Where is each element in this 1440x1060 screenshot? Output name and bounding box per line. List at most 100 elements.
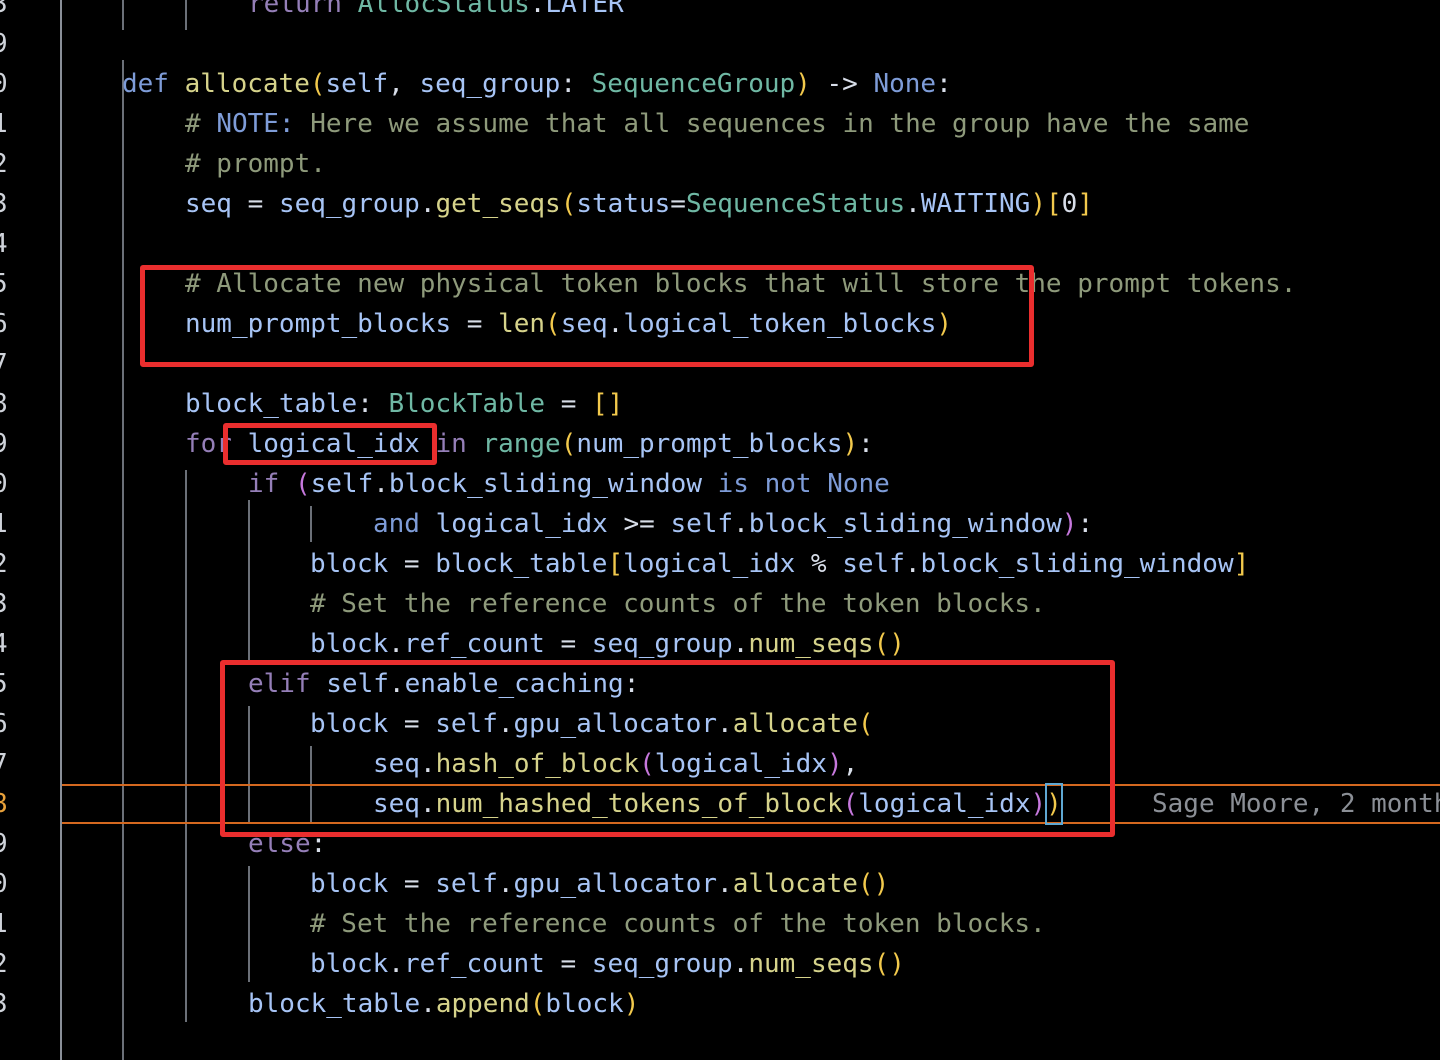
- code-token: SequenceGroup: [591, 69, 796, 99]
- code-token: block: [310, 549, 389, 579]
- code-token: ->: [810, 69, 874, 99]
- code-token: (: [309, 69, 326, 99]
- line-number: 8: [0, 384, 12, 424]
- line-number: 2: [0, 544, 12, 584]
- code-token: .: [733, 509, 749, 539]
- code-token: seq: [185, 189, 232, 219]
- code-line: # prompt.: [185, 144, 326, 184]
- code-token: .: [388, 629, 404, 659]
- code-token: .: [419, 189, 436, 219]
- code-token: []: [592, 389, 624, 419]
- line-number: 2: [0, 144, 12, 184]
- code-token: allocate: [184, 69, 310, 99]
- line-number: 1: [0, 904, 12, 944]
- code-token: block: [310, 949, 389, 979]
- code-token: (): [873, 949, 905, 979]
- code-line: block_table.append(block): [248, 984, 639, 1024]
- code-token: (: [294, 469, 311, 499]
- code-token: LATER: [545, 0, 624, 19]
- code-token: .: [497, 869, 514, 899]
- code-line: # NOTE: Here we assume that all sequence…: [185, 104, 1249, 144]
- code-token: seq_group: [591, 949, 733, 979]
- indent-guide: [185, 0, 187, 30]
- code-token: :: [1077, 509, 1094, 539]
- code-token: self: [325, 69, 389, 99]
- code-token: block_sliding_window: [388, 469, 702, 499]
- code-token: WAITING: [920, 189, 1031, 219]
- code-token: .: [905, 189, 921, 219]
- indent-guide: [185, 470, 187, 1022]
- code-token: =: [388, 869, 436, 899]
- code-token: Here we assume that all sequences in the…: [294, 109, 1250, 139]
- code-token: .: [529, 0, 546, 19]
- code-token: (): [857, 869, 890, 899]
- code-token: %: [795, 549, 843, 579]
- code-token: (: [560, 189, 577, 219]
- gutter-separator: [60, 0, 62, 1060]
- line-number: 7: [0, 744, 12, 784]
- code-token: gpu_allocator: [513, 869, 718, 899]
- code-token: block_sliding_window: [920, 549, 1234, 579]
- code-token: ): [1030, 189, 1046, 219]
- code-token: ): [623, 989, 640, 1019]
- code-token: NOTE:: [216, 109, 295, 139]
- code-token: ]: [1233, 549, 1250, 579]
- code-token: allocate: [732, 869, 858, 899]
- line-number: 9: [0, 424, 12, 464]
- code-token: :: [560, 69, 592, 99]
- code-token: ): [795, 69, 811, 99]
- code-token: .: [388, 949, 404, 979]
- line-number: 0: [0, 64, 12, 104]
- code-token: # Set the reference counts of the token …: [310, 589, 1046, 619]
- code-token: #: [185, 109, 217, 139]
- code-token: SequenceStatus: [685, 189, 906, 219]
- line-number: 8: [0, 784, 12, 824]
- code-token: seq_group: [591, 629, 733, 659]
- code-token: ): [1061, 509, 1078, 539]
- code-token: seq_group: [278, 189, 420, 219]
- code-token: if: [248, 469, 280, 499]
- code-token: in: [435, 429, 467, 459]
- annotation-box-logical-idx: [223, 423, 437, 465]
- code-token: num_prompt_blocks: [576, 429, 843, 459]
- code-token: ref_count: [403, 629, 545, 659]
- code-token: .: [420, 989, 436, 1019]
- code-line: block_table: BlockTable = []: [185, 384, 623, 424]
- code-token: self: [310, 469, 374, 499]
- code-token: (: [529, 989, 546, 1019]
- code-line: block = self.gpu_allocator.allocate(): [310, 864, 889, 904]
- code-token: >=: [607, 509, 671, 539]
- line-number: 6: [0, 704, 12, 744]
- code-token: def: [122, 69, 169, 99]
- code-line: block.ref_count = seq_group.num_seqs(): [310, 624, 905, 664]
- code-line: block.ref_count = seq_group.num_seqs(): [310, 944, 905, 984]
- line-number: 9: [0, 824, 12, 864]
- code-token: .: [904, 549, 921, 579]
- code-token: range: [482, 429, 561, 459]
- code-token: =: [388, 549, 436, 579]
- code-token: [: [1046, 189, 1062, 219]
- code-token: block: [545, 989, 624, 1019]
- code-editor[interactable]: 39012345678901234567890123 return AllocS…: [0, 0, 1440, 1060]
- code-token: num_seqs: [748, 949, 874, 979]
- line-number: 0: [0, 864, 12, 904]
- line-number: 5: [0, 664, 12, 704]
- code-token: AllocStatus: [357, 0, 530, 19]
- code-token: append: [435, 989, 530, 1019]
- code-token: (: [560, 429, 577, 459]
- indent-guide: [122, 0, 124, 30]
- git-blame-annotation: Sage Moore, 2 month: [1152, 789, 1440, 819]
- code-token: =: [545, 389, 593, 419]
- code-token: (): [873, 629, 905, 659]
- code-token: :: [858, 429, 874, 459]
- code-token: block_sliding_window: [748, 509, 1062, 539]
- code-line: return AllocStatus.LATER: [248, 0, 624, 24]
- code-token: [: [607, 549, 624, 579]
- code-line: seq = seq_group.get_seqs(status=Sequence…: [185, 184, 1093, 224]
- code-token: .: [373, 469, 389, 499]
